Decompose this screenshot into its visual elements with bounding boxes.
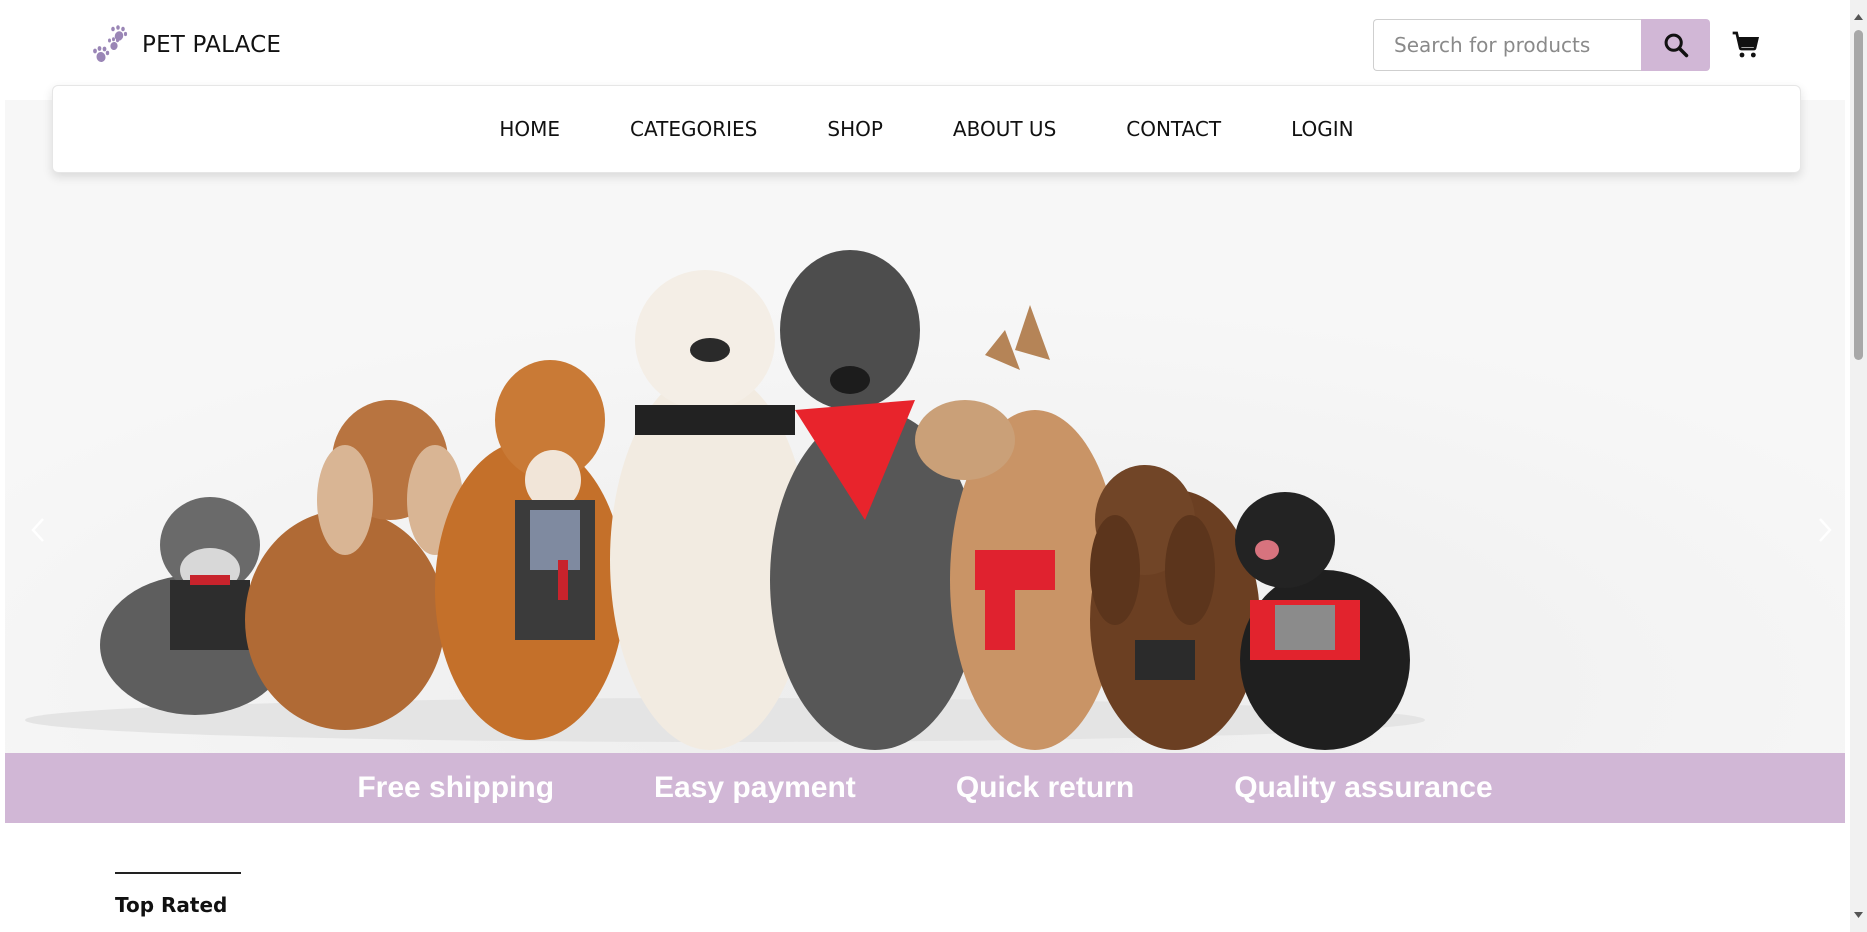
triangle-down-icon	[1854, 911, 1863, 918]
triangle-up-icon	[1854, 13, 1863, 20]
nav-categories[interactable]: CATEGORIES	[630, 117, 757, 141]
search-bar	[1373, 19, 1710, 71]
main-nav: HOME CATEGORIES SHOP ABOUT US CONTACT LO…	[52, 85, 1801, 173]
carousel-next-button[interactable]	[1810, 510, 1840, 550]
brand-logo[interactable]: PET PALACE	[90, 24, 281, 66]
carousel-prev-button[interactable]	[23, 510, 53, 550]
scroll-up-arrow[interactable]	[1850, 8, 1867, 25]
feature-easy-payment: Easy payment	[654, 771, 856, 804]
feature-free-shipping: Free shipping	[357, 771, 555, 804]
scroll-down-arrow[interactable]	[1850, 906, 1867, 923]
chevron-left-icon	[31, 518, 44, 542]
paw-prints-icon	[93, 25, 128, 62]
cart-icon	[1732, 31, 1760, 58]
features-strip: Free shipping Easy payment Quick return …	[5, 753, 1845, 823]
brand-name: PET PALACE	[142, 32, 282, 58]
page-scrollbar[interactable]	[1850, 0, 1867, 932]
nav-shop[interactable]: SHOP	[827, 117, 883, 141]
nav-home[interactable]: HOME	[499, 117, 560, 141]
top-rated-title: Top Rated	[115, 892, 228, 917]
feature-quick-return: Quick return	[955, 771, 1135, 804]
search-icon	[1664, 33, 1688, 58]
section-title-underline	[115, 872, 241, 874]
search-input[interactable]	[1373, 19, 1641, 71]
search-button[interactable]	[1641, 19, 1710, 71]
hero-carousel	[5, 100, 1845, 753]
nav-about-us[interactable]: ABOUT US	[953, 117, 1056, 141]
nav-login[interactable]: LOGIN	[1291, 117, 1354, 141]
hero-image-dogs	[5, 100, 1845, 753]
cart-button[interactable]	[1730, 29, 1762, 61]
chevron-right-icon	[1819, 518, 1832, 542]
scrollbar-thumb[interactable]	[1854, 30, 1863, 360]
nav-contact[interactable]: CONTACT	[1126, 117, 1221, 141]
page: PET PALACE Search for products HOME CATE…	[0, 0, 1850, 932]
feature-quality-assurance: Quality assurance	[1234, 771, 1493, 804]
